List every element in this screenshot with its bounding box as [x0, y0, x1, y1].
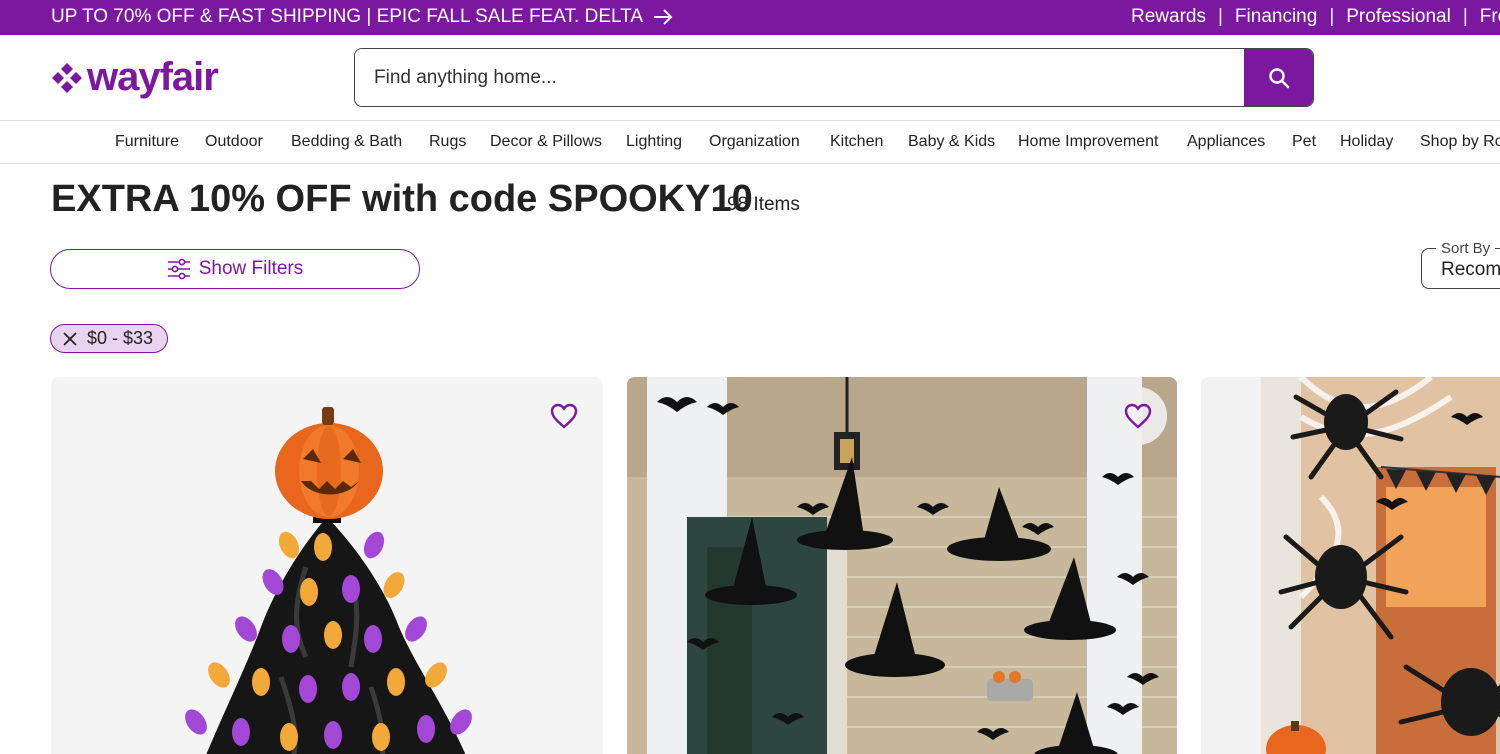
product-card[interactable]: [51, 377, 603, 754]
favorite-button[interactable]: [535, 387, 593, 445]
chip-label: $0 - $33: [87, 328, 154, 348]
arrow-right-icon: [654, 9, 673, 25]
divider: |: [1329, 6, 1335, 27]
search-input[interactable]: [355, 49, 1244, 106]
nav-item-baby-kids[interactable]: Baby & Kids: [908, 133, 995, 151]
nav-item-bedding-bath[interactable]: Bedding & Bath: [291, 133, 402, 151]
logo-mark-icon: [52, 62, 82, 93]
product-image: [1201, 377, 1500, 754]
product-card[interactable]: [627, 377, 1177, 754]
divider: |: [1462, 6, 1468, 27]
search-icon: [1268, 67, 1289, 88]
divider: |: [1217, 6, 1223, 27]
promo-banner-link[interactable]: UP TO 70% OFF & FAST SHIPPING | EPIC FAL…: [51, 6, 673, 28]
rewards-link[interactable]: Rewards: [1131, 6, 1206, 28]
heart-icon: [550, 403, 578, 429]
nav-item-outdoor[interactable]: Outdoor: [205, 133, 263, 151]
nav-item-appliances[interactable]: Appliances: [1187, 133, 1265, 151]
page-title: EXTRA 10% OFF with code SPOOKY10: [51, 178, 753, 220]
site-header: wayfair: [0, 35, 1500, 120]
utility-links: Rewards | Financing | Professional | Fre: [1131, 6, 1500, 28]
active-filter-chip[interactable]: $0 - $33: [50, 324, 169, 353]
nav-item-holiday[interactable]: Holiday: [1340, 133, 1393, 151]
free-shipping-link[interactable]: Fre: [1480, 6, 1500, 28]
nav-item-organization[interactable]: Organization: [709, 133, 800, 151]
nav-item-pet[interactable]: Pet: [1292, 133, 1316, 151]
nav-item-home-improvement[interactable]: Home Improvement: [1018, 133, 1159, 151]
category-nav: Furniture Outdoor Bedding & Bath Rugs De…: [0, 120, 1500, 164]
promo-bar: UP TO 70% OFF & FAST SHIPPING | EPIC FAL…: [0, 0, 1500, 35]
nav-item-lighting[interactable]: Lighting: [626, 133, 682, 151]
favorite-button[interactable]: [1109, 387, 1167, 445]
sort-value: Recom: [1441, 259, 1500, 280]
search-bar: [354, 48, 1314, 107]
professional-link[interactable]: Professional: [1346, 6, 1451, 28]
product-image: [185, 407, 472, 754]
close-icon[interactable]: [63, 331, 77, 346]
sort-dropdown[interactable]: Sort By Recom: [1421, 240, 1500, 289]
logo-text: wayfair: [87, 55, 219, 99]
heart-icon: [1124, 403, 1152, 429]
item-count: 98 Items: [727, 194, 800, 215]
promo-text: UP TO 70% OFF & FAST SHIPPING | EPIC FAL…: [51, 6, 644, 27]
nav-item-furniture[interactable]: Furniture: [115, 133, 179, 151]
product-card[interactable]: [1201, 377, 1500, 754]
show-filters-label: Show Filters: [198, 258, 304, 279]
nav-item-shop-by-room[interactable]: Shop by Ro: [1420, 133, 1500, 151]
sliders-icon: [167, 258, 190, 280]
nav-item-kitchen[interactable]: Kitchen: [830, 133, 883, 151]
sort-label: Sort By: [1436, 240, 1496, 257]
search-button[interactable]: [1244, 49, 1313, 106]
product-image: [627, 377, 1177, 754]
financing-link[interactable]: Financing: [1235, 6, 1317, 28]
nav-item-rugs[interactable]: Rugs: [429, 133, 466, 151]
nav-item-decor-pillows[interactable]: Decor & Pillows: [490, 133, 602, 151]
show-filters-button[interactable]: Show Filters: [50, 249, 420, 289]
wayfair-logo[interactable]: wayfair: [51, 55, 219, 100]
